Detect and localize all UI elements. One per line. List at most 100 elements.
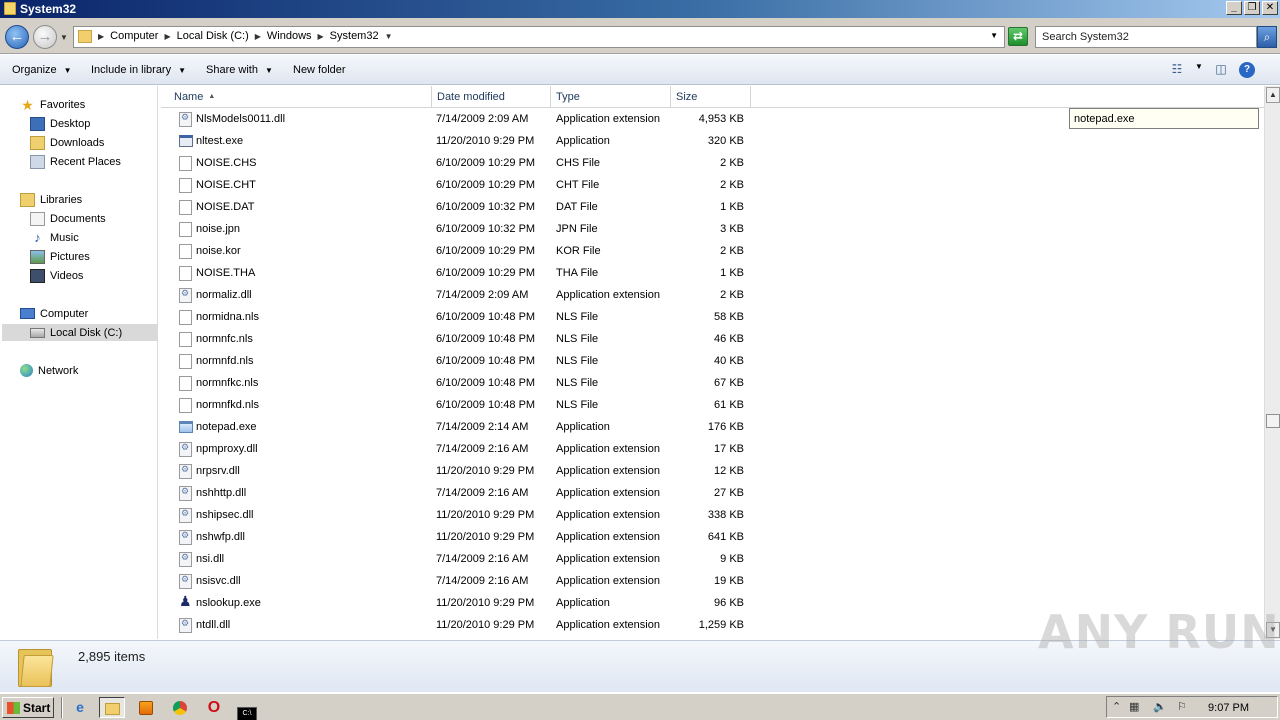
table-row[interactable]: NOISE.CHT 6/10/2009 10:29 PM CHT File 2 KB [161,174,1264,196]
table-row[interactable]: normidna.nls 6/10/2009 10:48 PM NLS File 58… [161,306,1264,328]
crumb-local-disk[interactable]: Local Disk (C:) [175,30,251,42]
table-row[interactable]: nshipsec.dll 11/20/2010 9:29 PM Applicatio… [161,504,1264,526]
file-name[interactable]: NOISE.CHT [196,179,256,191]
file-name[interactable]: NOISE.THA [196,267,255,279]
nav-desktop[interactable]: Desktop [30,115,90,132]
file-name[interactable]: nltest.exe [196,135,243,147]
start-button[interactable]: Start [2,697,54,718]
table-row[interactable]: normnfc.nls 6/10/2009 10:48 PM NLS File 46 … [161,328,1264,350]
table-row[interactable]: NOISE.CHS 6/10/2009 10:29 PM CHS File 2 KB [161,152,1264,174]
file-name[interactable]: NOISE.CHS [196,157,257,169]
table-row[interactable]: normaliz.dll 7/14/2009 2:09 AM Application… [161,284,1264,306]
forward-button[interactable]: → [33,25,57,49]
file-name[interactable]: normnfkc.nls [196,377,258,389]
internet-explorer-icon[interactable]: e [67,697,93,718]
table-row[interactable]: normnfkc.nls 6/10/2009 10:48 PM NLS File 67… [161,372,1264,394]
nav-videos[interactable]: Videos [30,267,83,284]
file-name[interactable]: NlsModels0011.dll [196,113,285,125]
change-view-icon[interactable]: ☷ [1168,62,1186,78]
nav-recent-places[interactable]: Recent Places [30,153,121,170]
preview-pane-icon[interactable]: ◫ [1212,62,1230,78]
refresh-button[interactable]: ⇄ [1008,27,1028,46]
column-type[interactable]: Type [551,86,671,108]
network-tray-icon[interactable]: ▦ [1129,700,1139,713]
table-row[interactable]: noise.jpn 6/10/2009 10:32 PM JPN File 3 KB [161,218,1264,240]
chevron-down-icon[interactable]: ▼ [1195,62,1203,78]
address-history-dropdown[interactable]: ▼ [990,31,998,40]
chevron-right-icon[interactable]: ▶ [164,32,170,41]
breadcrumb[interactable]: ▶ Computer ▶ Local Disk (C:) ▶ Windows ▶… [73,26,1005,48]
file-name[interactable]: normnfkd.nls [196,399,259,411]
recent-pages-dropdown[interactable]: ▼ [60,33,68,42]
nav-network[interactable]: Network [20,362,78,379]
file-name[interactable]: ntdll.dll [196,619,230,631]
file-name[interactable]: noise.kor [196,245,241,257]
rename-input[interactable]: notepad.exe [1069,108,1259,129]
table-row[interactable]: nrpsrv.dll 11/20/2010 9:29 PM Application … [161,460,1264,482]
crumb-system32[interactable]: System32 [328,30,381,42]
file-name[interactable]: nshhttp.dll [196,487,246,499]
nav-favorites[interactable]: ★ Favorites [20,96,85,113]
file-name[interactable]: nrpsrv.dll [196,465,240,477]
opera-icon[interactable]: O [201,697,227,718]
new-folder-button[interactable]: New folder [293,64,346,76]
organize-button[interactable]: Organize ▼ [12,64,72,76]
table-row[interactable]: NOISE.THA 6/10/2009 10:29 PM THA File 1 KB [161,262,1264,284]
table-row[interactable]: nshwfp.dll 11/20/2010 9:29 PM Application … [161,526,1264,548]
chevron-right-icon[interactable]: ▶ [255,32,261,41]
file-name[interactable]: nsi.dll [196,553,224,565]
nav-documents[interactable]: Documents [30,210,106,227]
clock[interactable]: 9:07 PM [1208,702,1249,714]
media-player-icon[interactable] [133,697,159,718]
file-name[interactable]: normnfd.nls [196,355,253,367]
table-row[interactable]: notepad.exe 7/14/2009 2:14 AM Application 1… [161,416,1264,438]
search-icon[interactable]: ⌕ [1257,26,1277,48]
column-name[interactable]: Name ▲ [169,86,432,108]
back-button[interactable]: ← [5,25,29,49]
explorer-taskbar-icon[interactable] [99,697,125,718]
file-name[interactable]: notepad.exe [196,421,257,433]
nav-computer[interactable]: Computer [20,305,88,322]
table-row[interactable]: nshhttp.dll 7/14/2009 2:16 AM Application … [161,482,1264,504]
file-name[interactable]: noise.jpn [196,223,240,235]
table-row[interactable]: nsi.dll 7/14/2009 2:16 AM Application exte… [161,548,1264,570]
volume-icon[interactable]: 🔈 [1153,700,1167,713]
table-row[interactable]: nltest.exe 11/20/2010 9:29 PM Application 3… [161,130,1264,152]
restore-button[interactable]: ❐ [1244,1,1260,15]
nav-music[interactable]: ♪ Music [30,229,78,246]
column-date-modified[interactable]: Date modified [432,86,551,108]
nav-pictures[interactable]: Pictures [30,248,90,265]
table-row[interactable]: npmproxy.dll 7/14/2009 2:16 AM Application… [161,438,1264,460]
file-name[interactable]: npmproxy.dll [196,443,258,455]
chevron-right-icon[interactable]: ▶ [98,32,104,41]
file-name[interactable]: normidna.nls [196,311,259,323]
chevron-right-icon[interactable]: ▶ [318,32,324,41]
help-icon[interactable]: ? [1239,62,1255,78]
file-name[interactable]: nshwfp.dll [196,531,245,543]
search-input[interactable]: Search System32 [1035,26,1257,48]
scroll-up-icon[interactable]: ▲ [1266,87,1280,103]
file-name[interactable]: NOISE.DAT [196,201,254,213]
table-row[interactable]: normnfkd.nls 6/10/2009 10:48 PM NLS File 61… [161,394,1264,416]
show-hidden-icons-icon[interactable]: ⌃ [1112,700,1121,713]
chevron-down-icon[interactable]: ▼ [385,32,393,41]
file-name[interactable]: normnfc.nls [196,333,253,345]
file-name[interactable]: nslookup.exe [196,597,261,609]
table-row[interactable]: normnfd.nls 6/10/2009 10:48 PM NLS File 40 … [161,350,1264,372]
table-row[interactable]: nsisvc.dll 7/14/2009 2:16 AM Application e… [161,570,1264,592]
table-row[interactable]: noise.kor 6/10/2009 10:29 PM KOR File 2 KB [161,240,1264,262]
chrome-icon[interactable] [167,697,193,718]
file-name[interactable]: normaliz.dll [196,289,252,301]
close-button[interactable]: ✕ [1262,1,1278,15]
include-in-library-button[interactable]: Include in library ▼ [91,64,186,76]
column-size[interactable]: Size [671,86,751,108]
crumb-windows[interactable]: Windows [265,30,314,42]
nav-libraries[interactable]: Libraries [20,191,82,208]
vertical-scrollbar[interactable]: ▲ ▼ [1264,86,1280,639]
share-with-button[interactable]: Share with ▼ [206,64,273,76]
command-prompt-icon[interactable]: C:\ [234,697,260,720]
action-center-flag-icon[interactable]: ⚐ [1177,700,1187,713]
scrollbar-thumb[interactable] [1266,414,1280,428]
nav-downloads[interactable]: Downloads [30,134,104,151]
crumb-computer[interactable]: Computer [108,30,160,42]
